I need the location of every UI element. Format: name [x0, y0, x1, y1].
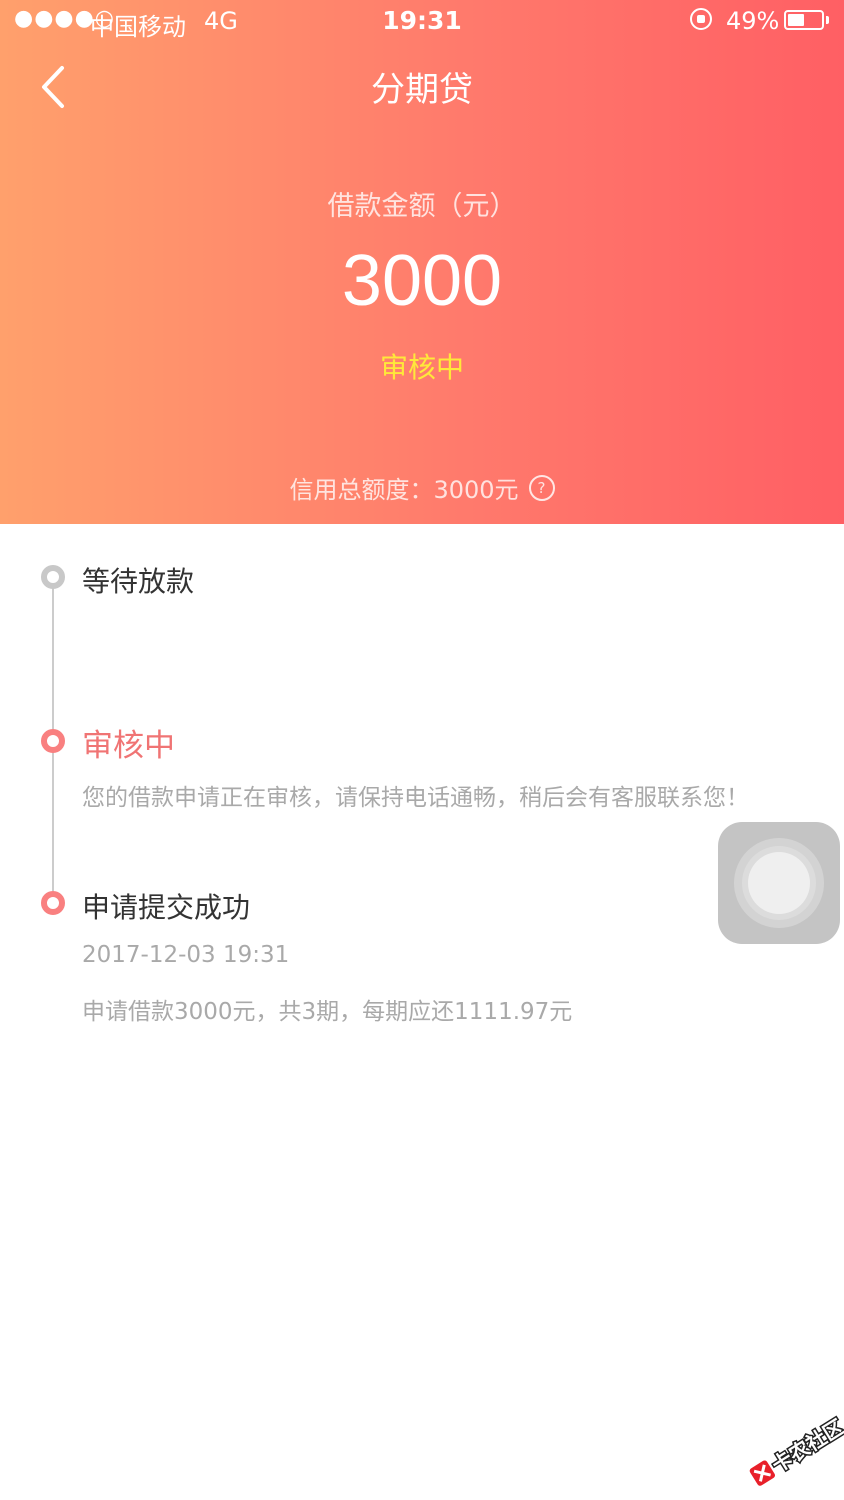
question-circle-icon[interactable]: ? — [528, 474, 555, 501]
battery-percent: 49% — [726, 7, 780, 35]
step-title-submitted: 申请提交成功 — [82, 891, 251, 924]
svg-text:卡农社区: 卡农社区 — [768, 1415, 844, 1478]
credit-limit-text: 信用总额度：3000元 — [289, 476, 519, 504]
timeline-dot-submitted — [41, 891, 65, 915]
timeline-dot-reviewing — [41, 729, 65, 753]
loan-header: ●●●●○ 中国移动 4G 19:31 49% 分期贷 借款金额（元） 3000… — [0, 0, 844, 524]
step-desc-submitted: 申请借款3000元，共3期，每期应还1111.97元 — [82, 999, 573, 1025]
rotation-lock-icon — [690, 8, 712, 30]
status-bar: ●●●●○ 中国移动 4G 19:31 49% — [0, 0, 844, 42]
loan-amount-label: 借款金额（元） — [327, 191, 517, 222]
step-time-submitted: 2017-12-03 19:31 — [82, 942, 290, 968]
step-title-reviewing: 审核中 — [82, 728, 175, 764]
step-title-waiting: 等待放款 — [82, 565, 195, 598]
timeline-dot-pending — [41, 565, 65, 589]
step-desc-reviewing: 您的借款申请正在审核，请保持电话通畅，稍后会有客服联系您！ — [82, 785, 749, 811]
battery-icon — [784, 10, 824, 30]
status-time: 19:31 — [382, 6, 462, 35]
assistive-touch-button[interactable] — [718, 822, 840, 944]
loan-amount-value: 3000 — [341, 241, 503, 321]
page-title: 分期贷 — [371, 70, 473, 110]
watermark-logo: 卡农社区 — [749, 1413, 844, 1486]
loan-status: 审核中 — [379, 351, 464, 384]
credit-limit-row: 信用总额度：3000元? — [0, 470, 844, 505]
